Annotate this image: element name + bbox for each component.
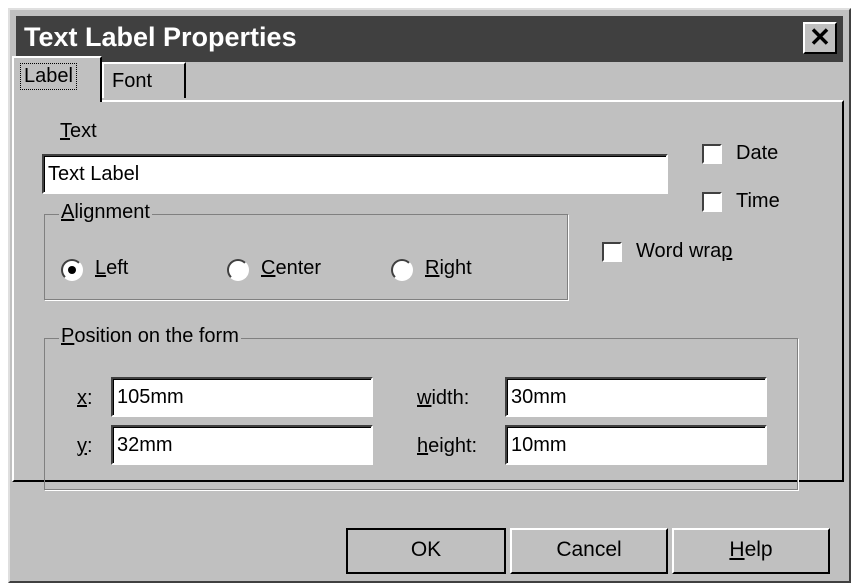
text-field-label: Text xyxy=(60,120,97,142)
width-label: width: xyxy=(417,387,470,409)
height-label: height: xyxy=(417,435,478,457)
align-right-radio[interactable] xyxy=(391,259,413,281)
alignment-group-title: Alignment xyxy=(59,201,152,224)
position-group: Position on the form x: y: width: height… xyxy=(44,325,798,490)
help-button[interactable]: Help xyxy=(672,528,830,574)
text-input[interactable] xyxy=(42,154,668,194)
date-checkbox[interactable] xyxy=(702,144,722,164)
x-label: x: xyxy=(77,387,93,409)
ok-button[interactable]: OK xyxy=(346,528,506,574)
close-button[interactable]: ✕ xyxy=(803,22,837,54)
tab-font[interactable]: Font xyxy=(102,62,186,98)
time-checkbox-label: Time xyxy=(736,190,780,212)
dialog-title: Text Label Properties xyxy=(24,22,297,52)
word-wrap-checkbox[interactable] xyxy=(602,242,622,262)
align-right-label: Right xyxy=(425,257,472,279)
tab-font-text: Font xyxy=(112,70,153,92)
help-button-label: Help xyxy=(729,538,773,561)
tab-panel-label: Text Date Time Word wrap Alignment Left … xyxy=(12,100,844,490)
cancel-button[interactable]: Cancel xyxy=(510,528,668,574)
cancel-button-label: Cancel xyxy=(556,538,622,561)
alignment-group: Alignment Left Center Right xyxy=(44,201,568,300)
align-center-radio[interactable] xyxy=(227,259,249,281)
title-bar[interactable]: Text Label Properties ✕ xyxy=(16,16,843,62)
position-group-title: Position on the form xyxy=(59,325,241,348)
align-center-label: Center xyxy=(261,257,322,279)
date-checkbox-label: Date xyxy=(736,142,779,164)
radio-selected-dot xyxy=(68,266,76,274)
align-left-radio[interactable] xyxy=(61,259,83,281)
close-icon: ✕ xyxy=(809,22,831,52)
y-input[interactable] xyxy=(111,425,373,465)
ok-button-label: OK xyxy=(410,538,442,561)
align-left-label: Left xyxy=(95,257,129,279)
tab-label-text: Label xyxy=(20,63,77,90)
word-wrap-checkbox-label: Word wrap xyxy=(636,240,733,262)
width-input[interactable] xyxy=(505,377,767,417)
height-input[interactable] xyxy=(505,425,767,465)
time-checkbox[interactable] xyxy=(702,192,722,212)
y-label: y: xyxy=(77,435,93,457)
x-input[interactable] xyxy=(111,377,373,417)
tab-label[interactable]: Label xyxy=(12,56,102,102)
